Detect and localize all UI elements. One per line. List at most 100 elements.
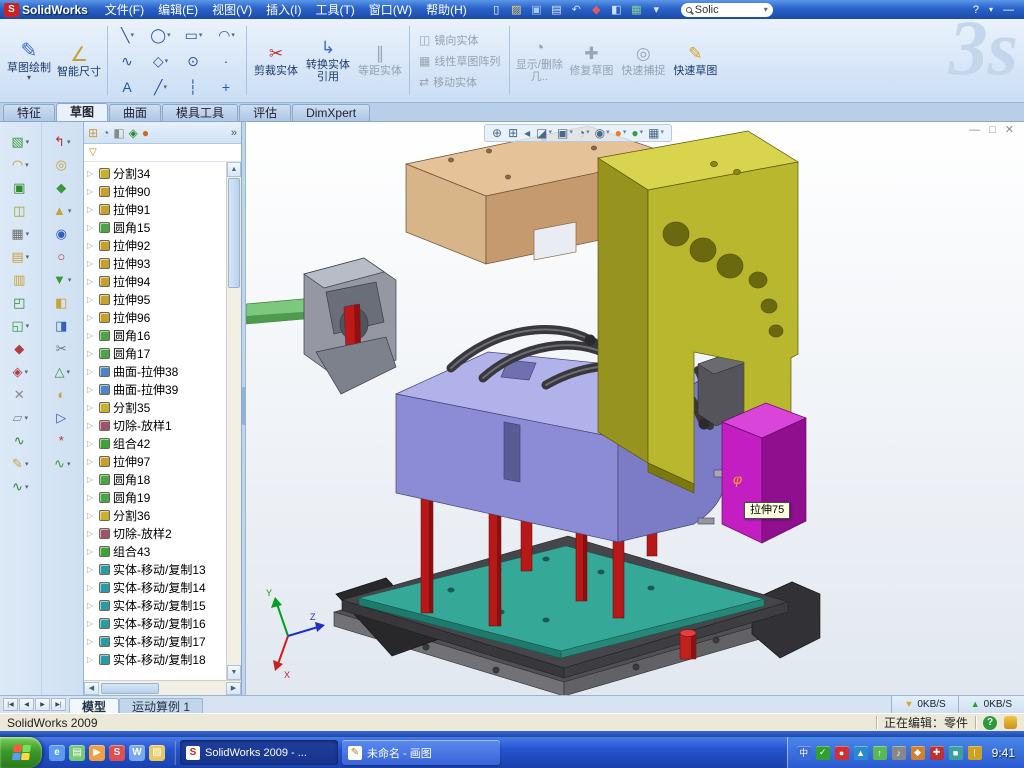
toolbar-icon-button[interactable]: *: [59, 433, 66, 449]
toolbar-icon-button[interactable]: ▱ ▾: [12, 410, 28, 426]
toolbar-icon-button[interactable]: ◧: [55, 295, 69, 311]
dropdown-caret-icon[interactable]: ▾: [25, 161, 29, 169]
commandmanager-tab[interactable]: 特征: [3, 104, 55, 121]
expand-arrow-icon[interactable]: ▷: [87, 241, 96, 250]
sketch-entity-button[interactable]: ∿: [111, 48, 144, 74]
rapid-sketch-button[interactable]: ✎ 快速草图: [669, 21, 721, 100]
tree-item[interactable]: ▷ 圆角19: [84, 488, 226, 506]
toolbar-icon-button[interactable]: ◨: [55, 318, 69, 334]
zoom-fit-icon[interactable]: ⊕: [492, 127, 503, 139]
section-view-icon[interactable]: ◪ ▾: [536, 127, 552, 139]
expand-arrow-icon[interactable]: ▷: [87, 601, 96, 610]
toolbar-icon-button[interactable]: ◰: [13, 295, 27, 311]
offset-entities-button[interactable]: ∥ 等距实体: [354, 21, 406, 100]
display-delete-relations-button[interactable]: ◔ 显示/删除几..: [513, 21, 565, 100]
dropdown-caret-icon[interactable]: ▾: [24, 368, 28, 376]
dropdown-caret-icon[interactable]: ▾: [167, 31, 171, 39]
dropdown-caret-icon[interactable]: ▾: [68, 207, 72, 215]
expand-arrow-icon[interactable]: ▷: [87, 655, 96, 664]
status-help-icon[interactable]: ?: [983, 716, 997, 730]
displaymanager-tab-icon[interactable]: ●: [142, 127, 149, 139]
toolbar-icon-button[interactable]: ◐: [57, 387, 67, 403]
tree-item[interactable]: ▷ 圆角16: [84, 326, 226, 344]
security-tray-icon[interactable]: ◆: [911, 746, 925, 760]
toolbox-icon[interactable]: ▦: [628, 2, 645, 17]
ime-tray-icon[interactable]: 中: [797, 746, 811, 760]
start-button[interactable]: [0, 737, 42, 768]
toolbar-icon-button[interactable]: ▣: [13, 180, 27, 196]
part-magenta-block[interactable]: φ: [722, 403, 806, 543]
expand-arrow-icon[interactable]: ▷: [87, 295, 96, 304]
tab-nav-button[interactable]: ▶: [35, 698, 50, 711]
tree-item[interactable]: ▷ 圆角15: [84, 218, 226, 236]
toolbar-icon-button[interactable]: ▷: [56, 410, 68, 426]
open-icon[interactable]: ▨: [508, 2, 525, 17]
toolbar-icon-button[interactable]: ✎ ▾: [12, 456, 28, 472]
dropdown-caret-icon[interactable]: ▾: [66, 368, 70, 376]
tree-item[interactable]: ▷ 拉伸93: [84, 254, 226, 272]
tree-item[interactable]: ▷ 实体-移动/复制17: [84, 632, 226, 650]
menu-item[interactable]: 插入(I): [259, 0, 308, 19]
dropdown-caret-icon[interactable]: ▾: [648, 2, 665, 17]
search-input[interactable]: Solic ▾: [681, 3, 773, 17]
tree-item[interactable]: ▷ 实体-移动/复制16: [84, 614, 226, 632]
tree-item[interactable]: ▷ 圆角17: [84, 344, 226, 362]
print-icon[interactable]: ▤: [548, 2, 565, 17]
task-button[interactable]: S SolidWorks 2009 - ...: [180, 740, 338, 765]
dropdown-caret-icon[interactable]: ▾: [26, 230, 30, 238]
menu-item[interactable]: 编辑(E): [151, 0, 205, 19]
antivirus-tray-icon[interactable]: ✓: [816, 746, 830, 760]
tab-nav-button[interactable]: ▶|: [51, 698, 66, 711]
sketch-entity-button[interactable]: ◇ ▾: [144, 48, 177, 74]
expand-arrow-icon[interactable]: ▷: [87, 565, 96, 574]
part-right-rail[interactable]: [752, 582, 820, 658]
tree-item[interactable]: ▷ 拉伸90: [84, 182, 226, 200]
ie-icon[interactable]: e: [49, 745, 65, 761]
dropdown-caret-icon[interactable]: ▾: [165, 57, 169, 65]
expand-arrow-icon[interactable]: ▷: [87, 223, 96, 232]
scroll-left-button[interactable]: ◀: [84, 682, 99, 695]
scroll-right-button[interactable]: ▶: [226, 682, 241, 695]
tree-item[interactable]: ▷ 实体-移动/复制18: [84, 650, 226, 668]
hide-show-items-icon[interactable]: ◉ ▾: [595, 127, 610, 139]
viewport-minimize-button[interactable]: —: [969, 123, 980, 137]
dimxpertmanager-tab-icon[interactable]: ◈: [129, 127, 138, 139]
view-settings-icon[interactable]: ▦ ▾: [648, 127, 664, 139]
sketch-button[interactable]: ✎ 草图绘制 ▾: [4, 21, 54, 100]
propertymanager-tab-icon[interactable]: ◔: [102, 127, 109, 139]
folder-quicklaunch-icon[interactable]: ▨: [149, 745, 165, 761]
commandmanager-tab[interactable]: 评估: [239, 104, 291, 121]
smart-dimension-button[interactable]: ∠ 智能尺寸: [54, 21, 104, 100]
linear-sketch-pattern-button[interactable]: ▦ 线性草图阵列: [415, 52, 504, 70]
tree-item[interactable]: ▷ 组合42: [84, 434, 226, 452]
solidworks-quicklaunch-icon[interactable]: S: [109, 745, 125, 761]
expand-arrow-icon[interactable]: ▷: [87, 511, 96, 520]
toolbar-icon-button[interactable]: ▼ ▾: [53, 272, 71, 288]
sketch-entity-button[interactable]: A: [111, 74, 144, 100]
expand-arrow-icon[interactable]: ▷: [87, 259, 96, 268]
viewport-close-button[interactable]: ✕: [1005, 123, 1014, 137]
toolbar-icon-button[interactable]: △ ▾: [54, 364, 70, 380]
expand-arrow-icon[interactable]: ▷: [87, 169, 96, 178]
toolbar-icon-button[interactable]: ↰ ▾: [54, 134, 70, 150]
toolbar-icon-button[interactable]: ◫: [13, 203, 27, 219]
dropdown-caret-icon[interactable]: ▾: [26, 322, 30, 330]
expand-arrow-icon[interactable]: ▷: [87, 583, 96, 592]
tree-item[interactable]: ▷ 组合43: [84, 542, 226, 560]
toolbar-icon-button[interactable]: ∿: [14, 433, 27, 449]
help-icon[interactable]: ?: [973, 4, 979, 16]
expand-arrow-icon[interactable]: ▷: [87, 349, 96, 358]
sketch-entity-button[interactable]: ▭ ▾: [177, 22, 210, 48]
sketch-entity-button[interactable]: ◠ ▾: [210, 22, 243, 48]
show-desktop-icon[interactable]: ▤: [69, 745, 85, 761]
apply-scene-icon[interactable]: ● ▾: [631, 127, 643, 139]
network-tray-icon[interactable]: ▲: [854, 746, 868, 760]
sketch-entity-button[interactable]: ╲ ▾: [111, 22, 144, 48]
status-right-icon[interactable]: [1004, 716, 1017, 729]
toolbar-icon-button[interactable]: ▥: [13, 272, 27, 288]
dropdown-caret-icon[interactable]: ▾: [199, 31, 203, 39]
zoom-area-icon[interactable]: ⊞: [508, 127, 519, 139]
tab-nav-button[interactable]: |◀: [3, 698, 18, 711]
tree-item[interactable]: ▷ 曲面-拉伸39: [84, 380, 226, 398]
tree-item[interactable]: ▷ 拉伸96: [84, 308, 226, 326]
